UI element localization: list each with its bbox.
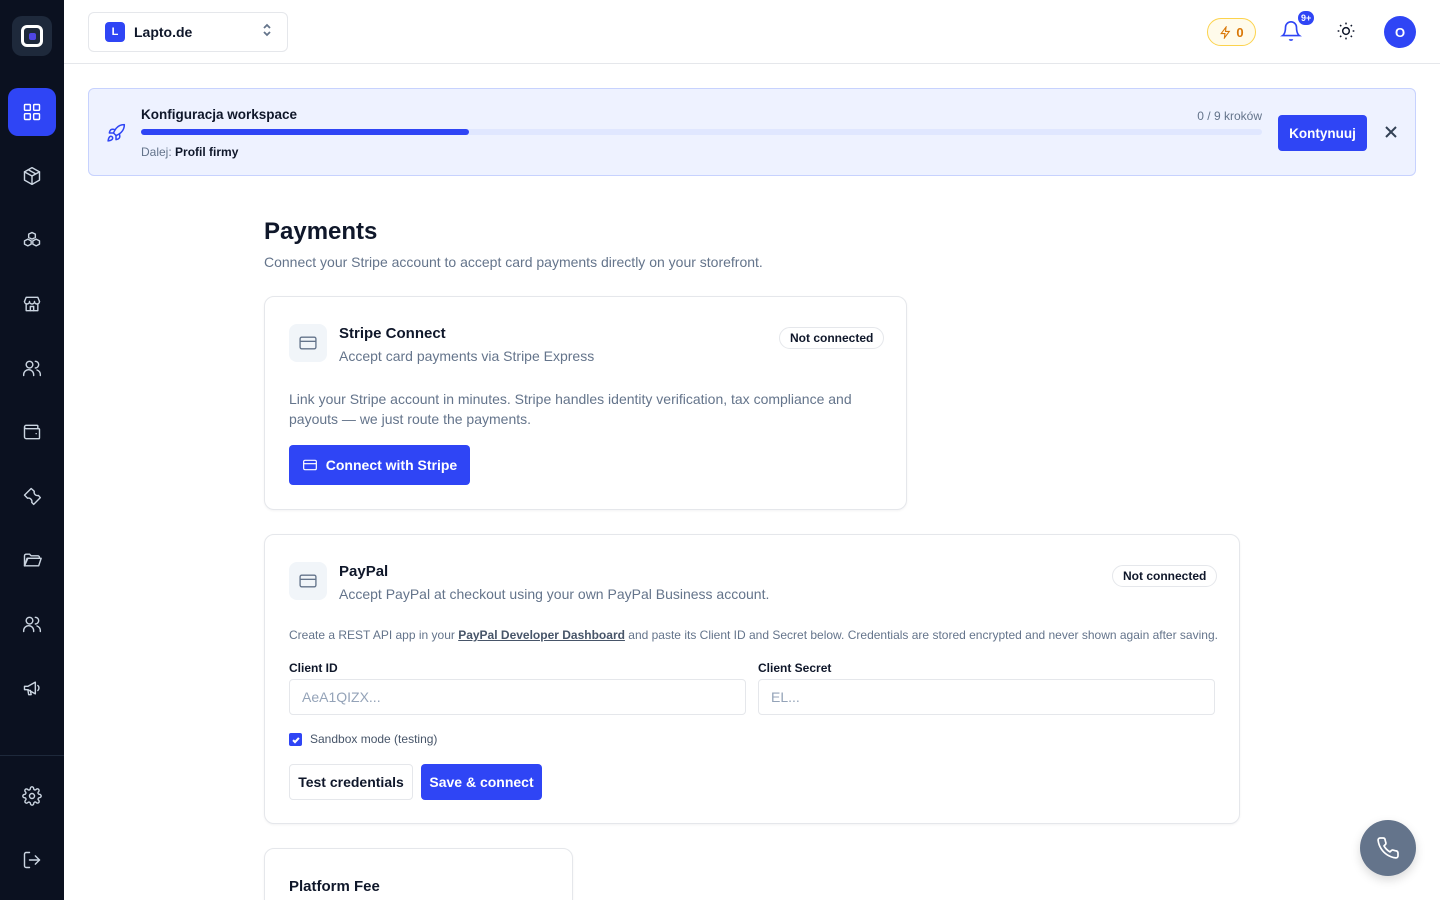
dashboard-icon bbox=[23, 103, 41, 121]
sidebar-item-tools[interactable] bbox=[8, 472, 56, 520]
test-credentials-button[interactable]: Test credentials bbox=[289, 764, 413, 800]
settings-icon bbox=[22, 786, 42, 806]
users-icon bbox=[22, 360, 42, 377]
sidebar bbox=[0, 0, 64, 900]
paypal-note-suffix: and paste its Client ID and Secret below… bbox=[624, 628, 1218, 642]
workspace-badge: L bbox=[105, 22, 125, 42]
paypal-title: PayPal bbox=[339, 563, 389, 580]
credits-badge[interactable]: 0 bbox=[1207, 18, 1256, 46]
page-title: Payments bbox=[264, 218, 378, 245]
sandbox-checkbox[interactable] bbox=[289, 733, 302, 746]
paypal-card: PayPal Accept PayPal at checkout using y… bbox=[264, 534, 1240, 824]
sidebar-item-logout[interactable] bbox=[8, 836, 56, 884]
app-logo[interactable] bbox=[12, 16, 52, 56]
client-secret-label: Client Secret bbox=[758, 661, 832, 675]
team-icon bbox=[22, 616, 42, 633]
sidebar-item-wallet[interactable] bbox=[8, 408, 56, 456]
sandbox-label[interactable]: Sandbox mode (testing) bbox=[310, 732, 437, 746]
platform-fee-title: Platform Fee bbox=[289, 878, 380, 895]
sidebar-item-team[interactable] bbox=[8, 600, 56, 648]
wrench-icon bbox=[23, 487, 42, 506]
sidebar-scroll-clip bbox=[0, 740, 64, 755]
paypal-dashboard-link[interactable]: PayPal Developer Dashboard bbox=[458, 628, 625, 642]
sun-icon bbox=[1337, 22, 1355, 40]
megaphone-icon bbox=[23, 681, 40, 696]
stripe-card: Stripe Connect Accept card payments via … bbox=[264, 296, 907, 510]
sidebar-item-settings[interactable] bbox=[8, 772, 56, 820]
close-icon[interactable] bbox=[1383, 124, 1399, 140]
logo-mark bbox=[21, 25, 43, 47]
theme-toggle[interactable] bbox=[1336, 21, 1358, 43]
sidebar-item-dashboard[interactable] bbox=[8, 88, 56, 136]
setup-steps: 0 / 9 kroków bbox=[1197, 109, 1262, 123]
logout-icon bbox=[23, 851, 41, 869]
setup-next-value: Profil firmy bbox=[175, 145, 239, 159]
sidebar-divider bbox=[0, 755, 64, 756]
sidebar-item-marketing[interactable] bbox=[8, 664, 56, 712]
paypal-description: Accept PayPal at checkout using your own… bbox=[339, 586, 770, 602]
connect-stripe-label: Connect with Stripe bbox=[325, 457, 458, 473]
save-connect-button[interactable]: Save & connect bbox=[421, 764, 542, 800]
stripe-title: Stripe Connect bbox=[339, 325, 446, 342]
user-avatar[interactable]: O bbox=[1384, 16, 1416, 48]
paypal-status-badge: Not connected bbox=[1112, 565, 1218, 587]
setup-title: Konfiguracja workspace bbox=[141, 107, 298, 122]
folder-icon bbox=[23, 553, 42, 567]
store-icon bbox=[23, 296, 41, 312]
call-support-button[interactable] bbox=[1360, 820, 1416, 876]
connect-stripe-button[interactable]: Connect with Stripe bbox=[289, 445, 470, 485]
continue-button[interactable]: Kontynuuj bbox=[1278, 115, 1367, 151]
setup-next: Dalej: Profil firmy bbox=[141, 145, 238, 159]
logo-dot bbox=[28, 32, 36, 40]
page-subtitle: Connect your Stripe account to accept ca… bbox=[264, 254, 763, 270]
workspace-name: Lapto.de bbox=[134, 24, 193, 40]
sidebar-item-store[interactable] bbox=[8, 280, 56, 328]
credits-count: 0 bbox=[1236, 24, 1244, 40]
setup-banner: Konfiguracja workspace 0 / 9 kroków Dale… bbox=[88, 88, 1416, 176]
platform-fee-card: Platform Fee bbox=[264, 848, 573, 900]
client-secret-input[interactable] bbox=[758, 679, 1215, 715]
workspace-selector[interactable]: L Lapto.de bbox=[88, 12, 288, 52]
credit-card-icon bbox=[289, 562, 327, 600]
sidebar-item-products[interactable] bbox=[8, 152, 56, 200]
wallet-icon bbox=[23, 424, 41, 440]
client-id-label: Client ID bbox=[289, 661, 338, 675]
notifications-badge: 9+ bbox=[1297, 10, 1316, 26]
sidebar-item-customers[interactable] bbox=[8, 344, 56, 392]
package-icon bbox=[23, 166, 41, 186]
stripe-description: Accept card payments via Stripe Express bbox=[339, 348, 595, 364]
topbar: L Lapto.de 0 9+ O bbox=[64, 0, 1440, 64]
credit-card-icon bbox=[302, 459, 317, 471]
setup-progress-fill bbox=[141, 129, 470, 135]
check-icon bbox=[291, 736, 300, 744]
phone-icon bbox=[1377, 837, 1399, 859]
setup-next-label: Dalej: bbox=[141, 145, 172, 159]
paypal-note-prefix: Create a REST API app in your bbox=[289, 628, 459, 642]
stripe-body: Link your Stripe account in minutes. Str… bbox=[289, 391, 852, 427]
stripe-status-badge: Not connected bbox=[779, 327, 885, 349]
lightning-icon bbox=[1220, 25, 1231, 39]
sidebar-item-inventory[interactable] bbox=[8, 216, 56, 264]
rocket-icon bbox=[106, 123, 126, 143]
sidebar-item-files[interactable] bbox=[8, 536, 56, 584]
sidebar-item-jobs[interactable] bbox=[8, 740, 56, 755]
client-id-input[interactable] bbox=[289, 679, 746, 715]
setup-progress-bar bbox=[141, 129, 1262, 135]
paypal-note: Create a REST API app in your PayPal Dev… bbox=[289, 628, 1218, 642]
chevron-up-down-icon bbox=[261, 23, 273, 42]
boxes-icon bbox=[23, 231, 41, 247]
credit-card-icon bbox=[289, 324, 327, 362]
